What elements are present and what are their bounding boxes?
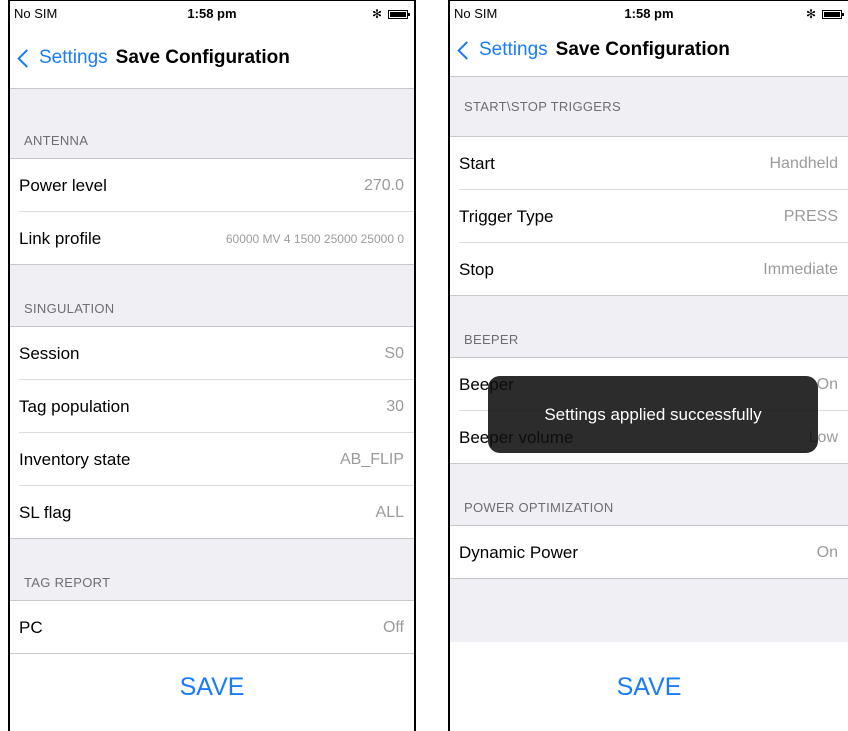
bluetooth-icon: ✻ — [371, 7, 382, 21]
toast-message: Settings applied successfully — [488, 376, 818, 453]
row-value: Handheld — [769, 154, 839, 172]
row-value: On — [816, 543, 838, 561]
chevron-left-icon — [457, 40, 476, 60]
section-header-tag-report: TAG REPORT — [10, 539, 414, 601]
row-label: Power level — [19, 175, 107, 195]
row-value: 270.0 — [363, 176, 404, 194]
row-trigger-type[interactable]: Trigger Type PRESS — [450, 190, 848, 243]
row-dynamic-power[interactable]: Dynamic Power On — [450, 526, 848, 579]
battery-icon — [822, 9, 844, 19]
row-value: 30 — [386, 397, 404, 415]
row-label: Stop — [459, 259, 494, 279]
row-label: Dynamic Power — [459, 542, 579, 562]
back-button[interactable]: Settings Save Configuration — [16, 47, 290, 69]
row-label: Tag population — [19, 396, 130, 416]
row-sl-flag[interactable]: SL flag ALL — [10, 486, 414, 539]
row-value: Immediate — [763, 260, 838, 278]
save-button[interactable]: SAVE — [10, 673, 414, 702]
chevron-left-icon — [17, 48, 36, 68]
row-power-level[interactable]: Power level 270.0 — [10, 159, 414, 212]
bluetooth-icon: ✻ — [805, 7, 816, 21]
page-title: Save Configuration — [115, 47, 290, 68]
row-tag-population[interactable]: Tag population 30 — [10, 380, 414, 433]
back-label: Settings — [39, 47, 108, 68]
right-screen: No SIM 1:58 pm ✻ Settings Save Configura… — [448, 0, 848, 731]
row-label: Inventory state — [19, 449, 131, 469]
page-title: Save Configuration — [555, 39, 730, 60]
left-screen: No SIM 1:58 pm ✻ Settings Save Configura… — [8, 0, 416, 731]
section-header-triggers: START\STOP TRIGGERS — [450, 77, 848, 137]
back-label: Settings — [479, 39, 548, 60]
row-pc[interactable]: PC Off — [10, 601, 414, 654]
row-label: SL flag — [19, 502, 72, 522]
row-label: PC — [19, 617, 43, 637]
row-value: Off — [382, 618, 404, 636]
status-bar: No SIM 1:58 pm ✻ — [10, 1, 414, 27]
status-time: 1:58 pm — [624, 6, 674, 21]
navigation-bar: Settings Save Configuration — [10, 27, 414, 89]
status-bar: No SIM 1:58 pm ✻ — [450, 1, 848, 27]
status-time: 1:58 pm — [187, 6, 237, 21]
row-value: S0 — [384, 344, 404, 362]
row-value: PRESS — [783, 207, 838, 225]
row-label: Session — [19, 343, 80, 363]
section-header-beeper: BEEPER — [450, 296, 848, 358]
navigation-bar: Settings Save Configuration — [450, 27, 848, 77]
row-label: Start — [459, 153, 495, 173]
row-stop[interactable]: Stop Immediate — [450, 243, 848, 296]
row-value: 60000 MV 4 1500 25000 25000 0 — [225, 231, 404, 246]
section-header-singulation: SINGULATION — [10, 265, 414, 327]
save-button[interactable]: SAVE — [450, 673, 848, 702]
empty-area — [450, 579, 848, 642]
row-label: Trigger Type — [459, 206, 554, 226]
row-value: ALL — [375, 503, 404, 521]
row-value: AB_FLIP — [339, 450, 404, 468]
section-header-antenna: ANTENNA — [10, 89, 414, 159]
row-inventory-state[interactable]: Inventory state AB_FLIP — [10, 433, 414, 486]
battery-icon — [388, 9, 410, 19]
row-value: On — [816, 375, 838, 393]
row-start[interactable]: Start Handheld — [450, 137, 848, 190]
row-link-profile[interactable]: Link profile 60000 MV 4 1500 25000 25000… — [10, 212, 414, 265]
row-session[interactable]: Session S0 — [10, 327, 414, 380]
back-button[interactable]: Settings Save Configuration — [456, 39, 730, 61]
row-label: Link profile — [19, 228, 102, 248]
section-header-power-optimization: POWER OPTIMIZATION — [450, 464, 848, 526]
